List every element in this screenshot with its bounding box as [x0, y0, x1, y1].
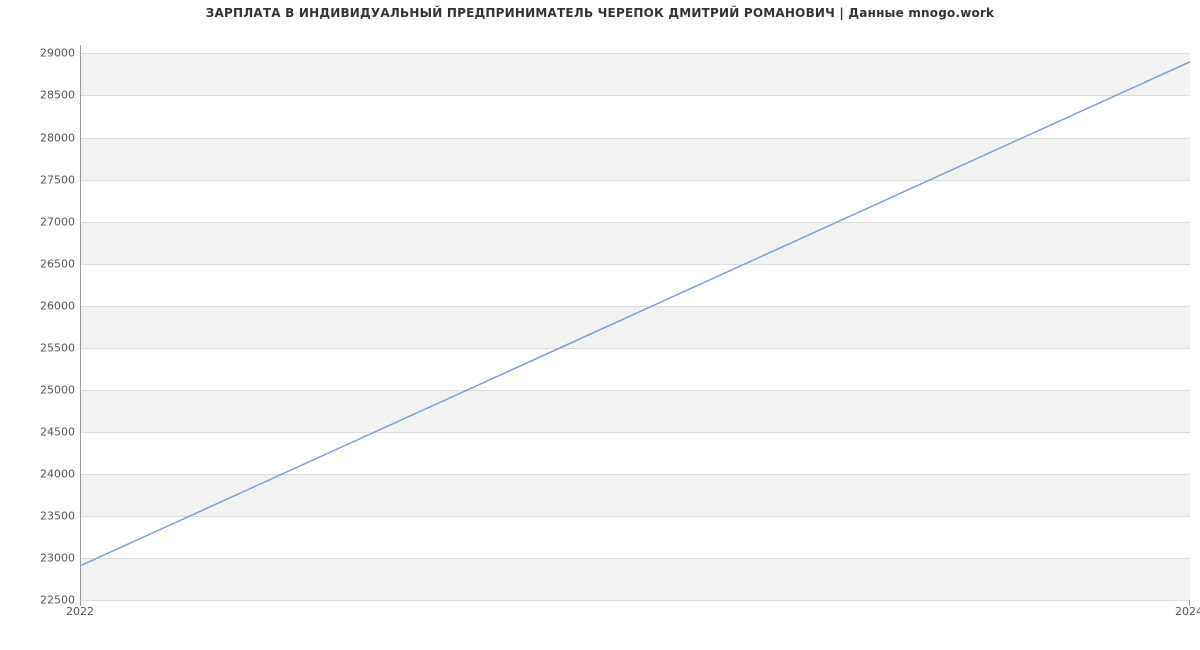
y-tick-label: 26500 — [15, 257, 75, 270]
y-tick-label: 27000 — [15, 215, 75, 228]
x-tick-label: 2024 — [1175, 605, 1200, 618]
x-tick-label: 2022 — [66, 605, 94, 618]
gridline — [81, 600, 1190, 601]
y-tick-label: 24000 — [15, 467, 75, 480]
y-tick-label: 28500 — [15, 89, 75, 102]
x-tick — [1189, 600, 1190, 606]
y-tick-label: 24500 — [15, 425, 75, 438]
y-tick-label: 23000 — [15, 551, 75, 564]
y-tick-label: 23500 — [15, 509, 75, 522]
y-tick-label: 25000 — [15, 383, 75, 396]
x-tick — [80, 600, 81, 606]
y-tick-label: 26000 — [15, 299, 75, 312]
chart-title: ЗАРПЛАТА В ИНДИВИДУАЛЬНЫЙ ПРЕДПРИНИМАТЕЛ… — [0, 6, 1200, 20]
y-tick-label: 28000 — [15, 131, 75, 144]
plot-area — [80, 45, 1190, 600]
y-tick-label: 29000 — [15, 47, 75, 60]
y-tick-label: 27500 — [15, 173, 75, 186]
chart-container: ЗАРПЛАТА В ИНДИВИДУАЛЬНЫЙ ПРЕДПРИНИМАТЕЛ… — [0, 0, 1200, 650]
series-line — [81, 62, 1190, 566]
y-tick-label: 25500 — [15, 341, 75, 354]
line-series — [81, 45, 1190, 599]
